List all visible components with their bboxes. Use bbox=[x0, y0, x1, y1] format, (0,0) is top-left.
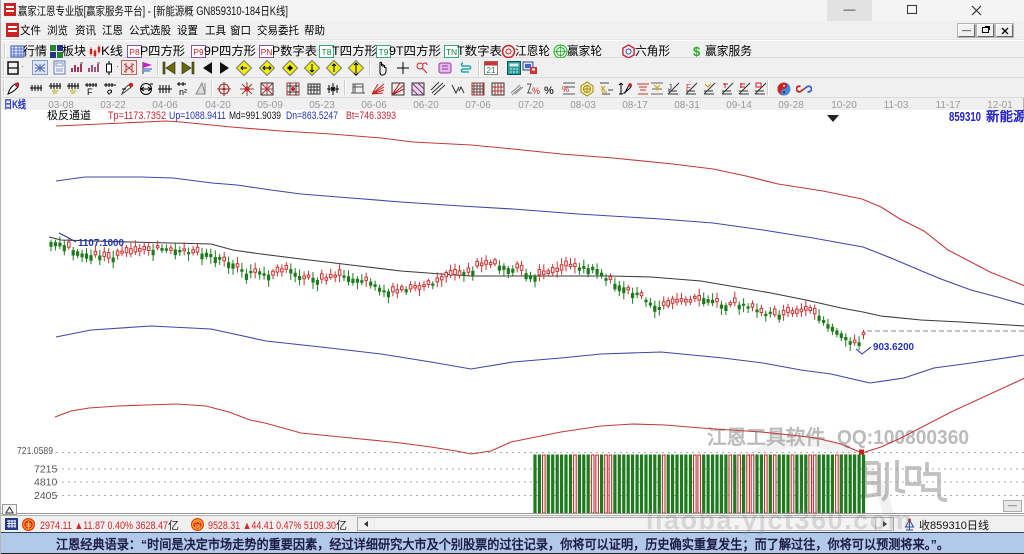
svg-text:收859310日线: 收859310日线 bbox=[919, 518, 989, 532]
svg-text:859310: 859310 bbox=[949, 110, 981, 124]
svg-text:文件: 文件 bbox=[20, 23, 41, 37]
svg-text:07-20: 07-20 bbox=[518, 100, 544, 110]
svg-text:P四方形: P四方形 bbox=[140, 43, 185, 58]
svg-text:板块: 板块 bbox=[62, 44, 86, 58]
svg-text:江恩轮: 江恩轮 bbox=[515, 44, 550, 58]
svg-text:新能源概: 新能源概 bbox=[986, 110, 1024, 124]
svg-text:06-20: 06-20 bbox=[413, 100, 439, 110]
svg-text:Up=1088.9411: Up=1088.9411 bbox=[169, 110, 226, 122]
svg-text:帮助: 帮助 bbox=[304, 23, 325, 37]
svg-text:9P四方形: 9P四方形 bbox=[204, 43, 256, 58]
svg-text:9528.31 ▲44.41 0.47% 5109.30: 9528.31 ▲44.41 0.47% 5109.30 bbox=[208, 520, 336, 532]
svg-text:04-20: 04-20 bbox=[205, 100, 231, 110]
svg-text:江恩经典语录：“时间是决定市场走势的重要因素，经过详细研究大: 江恩经典语录：“时间是决定市场走势的重要因素，经过详细研究大市及个别股票的过往记… bbox=[56, 537, 949, 553]
svg-text:05-23: 05-23 bbox=[309, 100, 335, 110]
svg-text:浏览: 浏览 bbox=[47, 23, 68, 37]
svg-text:六角形: 六角形 bbox=[635, 44, 670, 58]
svg-text:Bt=746.3393: Bt=746.3393 bbox=[346, 110, 396, 122]
svg-text:T四方形: T四方形 bbox=[332, 43, 377, 58]
svg-text:10-20: 10-20 bbox=[831, 100, 857, 110]
svg-text:11-03: 11-03 bbox=[884, 100, 909, 110]
svg-text:赢家江恩专业版[赢家服务平台] - [新能源概 GN859: 赢家江恩专业版[赢家服务平台] - [新能源概 GN859310-184日K线] bbox=[18, 4, 288, 18]
svg-text:极反通道: 极反通道 bbox=[47, 110, 91, 122]
svg-text:04-06: 04-06 bbox=[152, 100, 178, 110]
svg-text:T数字表: T数字表 bbox=[457, 43, 502, 58]
svg-text:F: F bbox=[686, 83, 691, 92]
svg-text:08-31: 08-31 bbox=[674, 100, 700, 110]
svg-text:4810: 4810 bbox=[34, 477, 58, 489]
svg-text:11-17: 11-17 bbox=[936, 100, 961, 110]
svg-text:12-01: 12-01 bbox=[987, 100, 1013, 110]
svg-text:F: F bbox=[87, 87, 93, 97]
svg-text:08-17: 08-17 bbox=[622, 100, 648, 110]
svg-text:设置: 设置 bbox=[177, 24, 198, 37]
svg-text:K线: K线 bbox=[101, 44, 123, 58]
svg-text:n²: n² bbox=[179, 87, 187, 97]
svg-text:06-06: 06-06 bbox=[361, 100, 387, 110]
svg-text:21: 21 bbox=[487, 66, 496, 75]
svg-text:Md=991.9039: Md=991.9039 bbox=[229, 110, 281, 122]
svg-text:03-08: 03-08 bbox=[48, 100, 74, 110]
svg-text:公式选股: 公式选股 bbox=[129, 24, 171, 37]
svg-text:交易委托: 交易委托 bbox=[257, 23, 299, 37]
svg-text:资讯: 资讯 bbox=[75, 24, 96, 37]
svg-text:09-14: 09-14 bbox=[726, 100, 752, 110]
svg-text:江恩: 江恩 bbox=[102, 24, 123, 37]
svg-text:工具: 工具 bbox=[205, 24, 226, 37]
svg-text:09-28: 09-28 bbox=[778, 100, 804, 110]
svg-text:07-06: 07-06 bbox=[465, 100, 491, 110]
svg-text:03-22: 03-22 bbox=[100, 100, 126, 110]
svg-text:%: % bbox=[532, 86, 540, 96]
svg-text:7215: 7215 bbox=[34, 464, 58, 476]
svg-text:行情: 行情 bbox=[23, 44, 47, 58]
svg-text:日K线: 日K线 bbox=[4, 98, 26, 110]
svg-text:QQ:100800360: QQ:100800360 bbox=[837, 427, 969, 449]
svg-text:05-09: 05-09 bbox=[257, 100, 283, 110]
svg-text:2974.11 ▲11.87 0.40% 3628.47: 2974.11 ▲11.87 0.40% 3628.47 bbox=[40, 520, 168, 532]
svg-text:%: % bbox=[562, 85, 569, 94]
svg-text:721.0589: 721.0589 bbox=[17, 445, 53, 457]
svg-text:9T四方形: 9T四方形 bbox=[389, 43, 441, 58]
svg-text:亿: 亿 bbox=[336, 519, 347, 532]
svg-text:2405: 2405 bbox=[34, 490, 58, 502]
svg-text:P数字表: P数字表 bbox=[272, 43, 317, 58]
svg-text:窗口: 窗口 bbox=[230, 23, 251, 37]
svg-text:903.6200: 903.6200 bbox=[873, 341, 914, 353]
svg-text:亿: 亿 bbox=[168, 519, 179, 532]
svg-text:08-03: 08-03 bbox=[570, 100, 596, 110]
svg-text:Tp=1173.7352: Tp=1173.7352 bbox=[108, 110, 166, 122]
svg-text:Dn=863.5247: Dn=863.5247 bbox=[286, 110, 338, 122]
svg-text:J: J bbox=[668, 83, 672, 92]
svg-text:赢家服务: 赢家服务 bbox=[705, 43, 752, 58]
svg-text:赢家轮: 赢家轮 bbox=[567, 43, 602, 58]
svg-text:1107.1000: 1107.1000 bbox=[78, 237, 124, 249]
